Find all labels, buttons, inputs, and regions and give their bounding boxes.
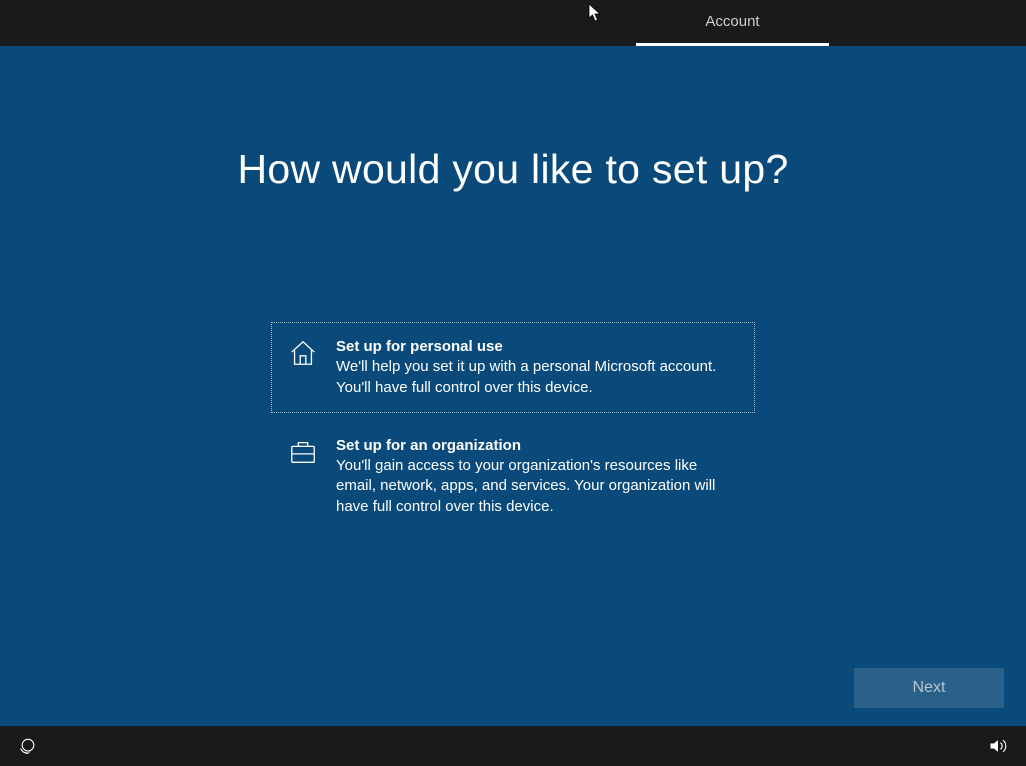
top-bar-spacer (0, 0, 636, 46)
option-personal-use[interactable]: Set up for personal use We'll help you s… (271, 322, 755, 413)
bottom-bar-right (988, 736, 1008, 756)
home-icon (288, 337, 322, 398)
top-bar: Account (0, 0, 1026, 46)
briefcase-icon (288, 436, 322, 517)
option-organization-title: Set up for an organization (336, 436, 738, 456)
tab-account[interactable]: Account (636, 0, 829, 46)
option-personal-text: Set up for personal use We'll help you s… (336, 337, 738, 398)
tab-account-label: Account (705, 13, 759, 30)
option-personal-desc: We'll help you set it up with a personal… (336, 357, 738, 398)
bottom-bar (0, 726, 1026, 766)
option-organization-desc: You'll gain access to your organization'… (336, 456, 738, 517)
next-button[interactable]: Next (854, 668, 1004, 708)
setup-options: Set up for personal use We'll help you s… (271, 322, 755, 532)
bottom-bar-left (18, 736, 38, 756)
page-title: How would you like to set up? (0, 146, 1026, 193)
option-organization-text: Set up for an organization You'll gain a… (336, 436, 738, 517)
volume-icon[interactable] (988, 736, 1008, 756)
option-personal-title: Set up for personal use (336, 337, 738, 357)
option-organization[interactable]: Set up for an organization You'll gain a… (271, 421, 755, 532)
ease-of-access-icon[interactable] (18, 736, 38, 756)
main-region: How would you like to set up? Set up for… (0, 46, 1026, 726)
next-button-label: Next (913, 679, 946, 697)
